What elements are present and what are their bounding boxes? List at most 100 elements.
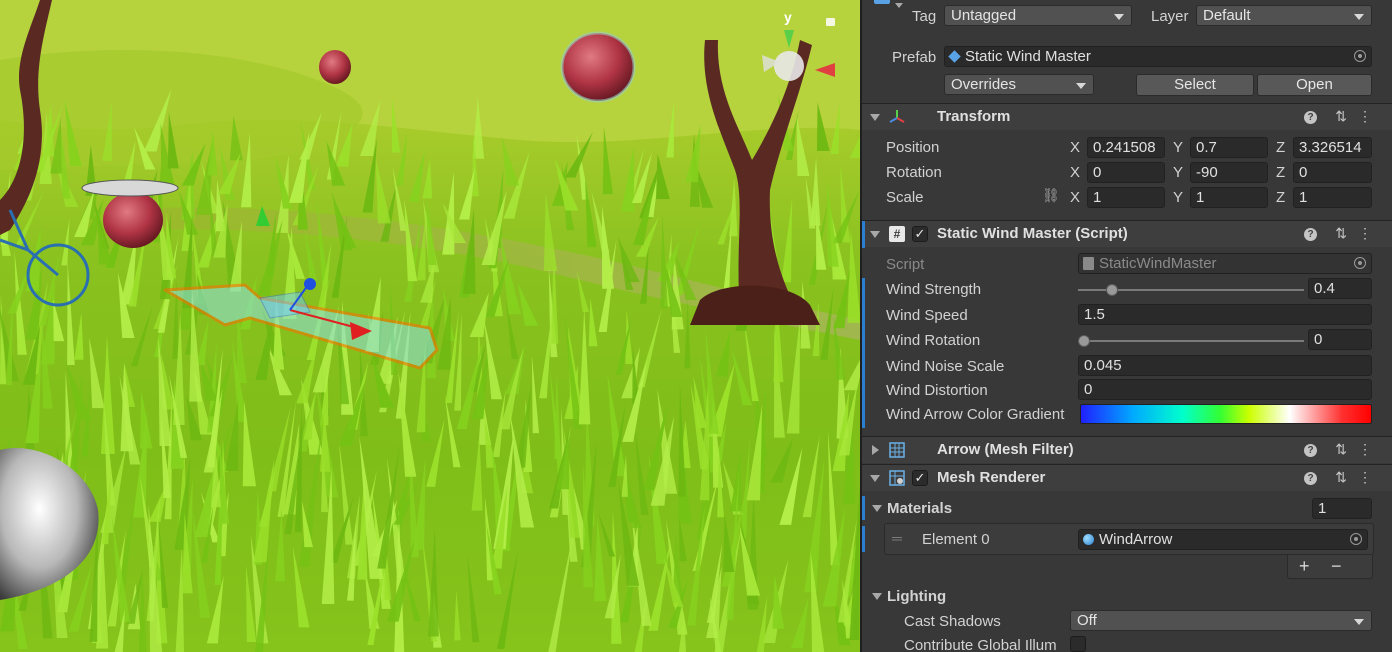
- mesh-renderer-title: Mesh Renderer: [937, 469, 1046, 486]
- rotation-z-field[interactable]: 0: [1293, 162, 1372, 183]
- gameobject-icon: [874, 0, 890, 4]
- rotation-x-field[interactable]: 0: [1087, 162, 1165, 183]
- wind-rotation-field[interactable]: 0: [1308, 329, 1372, 350]
- scale-x-label: X: [1070, 189, 1081, 206]
- rotation-y-label: Y: [1173, 164, 1184, 181]
- more-menu-icon[interactable]: ⋮: [1358, 469, 1372, 486]
- remove-element-button[interactable]: −: [1331, 556, 1342, 577]
- tag-label: Tag: [912, 8, 937, 25]
- rotation-y-field[interactable]: -90: [1190, 162, 1268, 183]
- rotation-x-label: X: [1070, 164, 1081, 181]
- script-component-title: Static Wind Master (Script): [937, 225, 1128, 242]
- more-menu-icon[interactable]: ⋮: [1358, 441, 1372, 458]
- scale-y-label: Y: [1173, 189, 1184, 206]
- wind-speed-label: Wind Speed: [886, 307, 968, 324]
- lock-icon[interactable]: [826, 18, 835, 26]
- prefab-label: Prefab: [892, 49, 937, 66]
- scene-view[interactable]: y: [0, 0, 860, 652]
- mesh-filter-header[interactable]: Arrow (Mesh Filter) ? ⇅ ⋮: [862, 436, 1392, 463]
- chevron-down-icon: [1354, 14, 1364, 20]
- layer-label: Layer: [1151, 8, 1189, 25]
- transform-header[interactable]: Transform ? ⇅ ⋮: [862, 103, 1392, 130]
- object-picker-icon[interactable]: [1354, 50, 1366, 62]
- foldout-arrow-icon[interactable]: [870, 475, 880, 482]
- prefab-cube-icon: [948, 50, 961, 63]
- position-y-field[interactable]: 0.7: [1190, 137, 1268, 158]
- more-menu-icon[interactable]: ⋮: [1358, 225, 1372, 242]
- element-0-value: WindArrow: [1099, 531, 1173, 548]
- wind-strength-slider-thumb[interactable]: [1105, 284, 1118, 296]
- help-icon[interactable]: ?: [1304, 111, 1317, 124]
- select-button[interactable]: Select: [1136, 74, 1254, 96]
- tag-dropdown[interactable]: Untagged: [944, 5, 1132, 26]
- rotation-z-label: Z: [1276, 164, 1286, 181]
- position-y-label: Y: [1173, 139, 1184, 156]
- prefab-value: Static Wind Master: [965, 48, 1091, 65]
- layer-dropdown[interactable]: Default: [1196, 5, 1372, 26]
- wind-strength-field[interactable]: 0.4: [1308, 278, 1372, 299]
- drag-handle-icon[interactable]: ═: [892, 530, 902, 546]
- foldout-arrow-icon[interactable]: [870, 231, 880, 238]
- enable-checkbox[interactable]: ✓: [912, 226, 928, 242]
- element-0-field[interactable]: WindArrow: [1078, 529, 1368, 550]
- chevron-down-icon: [1114, 14, 1124, 20]
- mesh-renderer-icon: [889, 470, 905, 486]
- add-element-button[interactable]: +: [1299, 556, 1310, 577]
- mesh-renderer-header[interactable]: ✓ Mesh Renderer ? ⇅ ⋮: [862, 464, 1392, 491]
- help-icon[interactable]: ?: [1304, 444, 1317, 457]
- overrides-label: Overrides: [951, 76, 1017, 93]
- materials-label: Materials: [887, 500, 953, 517]
- materials-count-field[interactable]: 1: [1312, 498, 1372, 519]
- contribute-gi-checkbox[interactable]: [1070, 636, 1086, 652]
- wind-rotation-slider[interactable]: [1078, 340, 1304, 342]
- material-sphere-icon: [1083, 534, 1094, 545]
- position-x-field[interactable]: 0.241508: [1087, 137, 1165, 158]
- position-z-field[interactable]: 3.326514: [1293, 137, 1372, 158]
- chevron-down-icon: [1076, 83, 1086, 89]
- selected-indicator: [862, 221, 865, 248]
- materials-foldout-icon[interactable]: [872, 505, 882, 512]
- object-picker-icon[interactable]: [1350, 533, 1362, 545]
- gameobject-menu-arrow[interactable]: [895, 3, 903, 8]
- inspector-panel: Tag Untagged Layer Default Prefab Static…: [862, 0, 1392, 652]
- scale-x-field[interactable]: 1: [1087, 187, 1165, 208]
- cast-shadows-dropdown[interactable]: Off: [1070, 610, 1372, 631]
- enable-checkbox[interactable]: ✓: [912, 470, 928, 486]
- wind-distortion-label: Wind Distortion: [886, 382, 988, 399]
- wind-rotation-slider-thumb[interactable]: [1078, 335, 1090, 347]
- help-icon[interactable]: ?: [1304, 472, 1317, 485]
- scale-z-field[interactable]: 1: [1293, 187, 1372, 208]
- script-component-header[interactable]: # ✓ Static Wind Master (Script) ? ⇅ ⋮: [862, 220, 1392, 248]
- script-file-icon: [1083, 257, 1094, 270]
- object-picker-icon: [1354, 257, 1366, 269]
- more-menu-icon[interactable]: ⋮: [1358, 108, 1372, 125]
- help-icon[interactable]: ?: [1304, 228, 1317, 241]
- foldout-arrow-icon[interactable]: [870, 114, 880, 121]
- disc-object: [81, 179, 179, 197]
- scale-y-field[interactable]: 1: [1190, 187, 1268, 208]
- wind-distortion-field[interactable]: 0: [1078, 379, 1372, 400]
- preset-icon[interactable]: ⇅: [1335, 469, 1347, 486]
- wind-speed-field[interactable]: 1.5: [1078, 304, 1372, 325]
- wind-arrow-gradient-field[interactable]: [1080, 404, 1372, 424]
- link-icon[interactable]: ⛓: [1042, 187, 1060, 204]
- preset-icon[interactable]: ⇅: [1335, 108, 1347, 125]
- preset-icon[interactable]: ⇅: [1335, 441, 1347, 458]
- script-hash-icon: #: [889, 226, 905, 242]
- wind-noise-scale-field[interactable]: 0.045: [1078, 355, 1372, 376]
- lighting-foldout-icon[interactable]: [872, 593, 882, 600]
- overrides-dropdown[interactable]: Overrides: [944, 74, 1094, 95]
- mesh-filter-title: Arrow (Mesh Filter): [937, 441, 1074, 458]
- transform-title: Transform: [937, 108, 1011, 125]
- position-x-label: X: [1070, 139, 1081, 156]
- script-value: StaticWindMaster: [1099, 255, 1217, 272]
- script-field: StaticWindMaster: [1078, 253, 1372, 274]
- foldout-arrow-icon[interactable]: [872, 445, 879, 455]
- preset-icon[interactable]: ⇅: [1335, 225, 1347, 242]
- element-0-label: Element 0: [922, 531, 990, 548]
- position-label: Position: [886, 139, 940, 156]
- wind-arrow-gradient-label: Wind Arrow Color Gradient: [886, 406, 1065, 423]
- open-button[interactable]: Open: [1257, 74, 1372, 96]
- wind-noise-scale-label: Wind Noise Scale: [886, 358, 1005, 375]
- prefab-field[interactable]: Static Wind Master: [944, 46, 1372, 67]
